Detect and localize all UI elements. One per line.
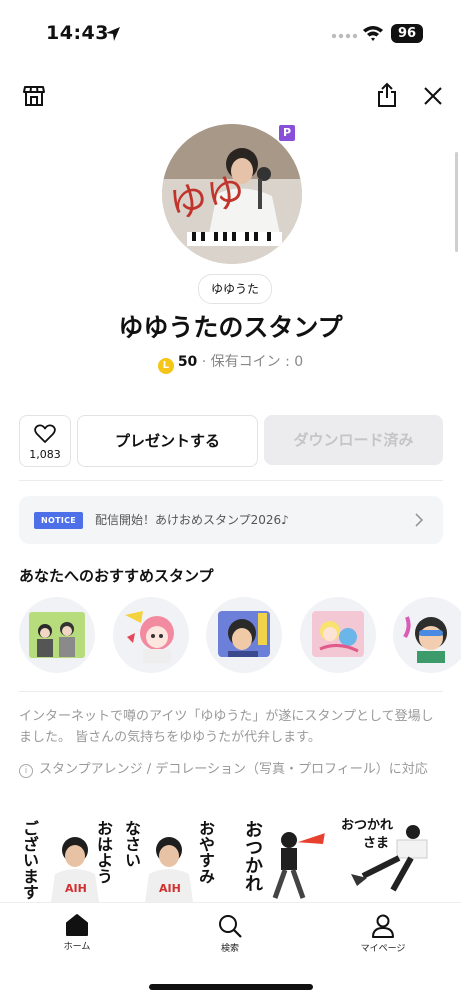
search-icon: [219, 915, 242, 938]
sticker-preview[interactable]: おつかれ さま: [341, 818, 441, 902]
page-title: ゆゆうたのスタンプ: [118, 313, 343, 342]
sticker-preview[interactable]: おつかれ: [233, 818, 331, 902]
recommended-sticker-4[interactable]: [300, 597, 376, 673]
notice-banner[interactable]: NOTICE 配信開始！あけおめスタンプ2026♪: [19, 496, 443, 544]
sticker-line: さま: [363, 836, 390, 851]
cellular-signal-icon: [331, 33, 357, 39]
shop-icon[interactable]: [22, 84, 46, 108]
divider: [19, 691, 443, 692]
heart-icon: [34, 424, 56, 443]
nav-label-home: ホーム: [63, 942, 91, 952]
coin-icon: L: [157, 358, 174, 374]
nav-label-mypage: マイページ: [360, 944, 406, 954]
sticker-line: おやすみ: [196, 820, 215, 884]
nav-label-search: 検索: [220, 944, 239, 954]
price-row: L 50 · 保有コイン : 0: [0, 351, 461, 374]
premium-badge: P: [279, 125, 295, 141]
chevron-right-icon: [415, 513, 424, 527]
separator: ·: [201, 354, 207, 370]
close-icon[interactable]: [421, 84, 445, 108]
recommended-sticker-2[interactable]: [113, 597, 189, 673]
like-button[interactable]: 1,083: [19, 415, 71, 467]
share-icon[interactable]: [375, 82, 399, 108]
person-icon: [372, 914, 394, 938]
present-button[interactable]: プレゼントする: [77, 415, 258, 467]
divider: [19, 480, 443, 481]
author-link[interactable]: ゆゆうた: [198, 274, 273, 304]
info-icon: i: [19, 764, 33, 778]
arrange-info-text: スタンプアレンジ / デコレーション（写真・プロフィール）に対応: [39, 762, 428, 777]
notice-badge: NOTICE: [34, 512, 84, 529]
svg-text:AIH: AIH: [159, 882, 181, 895]
arrange-info: i スタンプアレンジ / デコレーション（写真・プロフィール）に対応: [19, 760, 443, 779]
price-amount: 50: [177, 354, 198, 370]
home-icon: [66, 914, 88, 936]
nav-search[interactable]: 検索: [170, 903, 290, 954]
recommended-sticker-5[interactable]: [393, 597, 461, 673]
location-arrow-icon: [106, 27, 120, 41]
notice-text: 配信開始！あけおめスタンプ2026♪: [95, 513, 289, 527]
scrollbar[interactable]: [455, 152, 458, 252]
sticker-line: おつかれ: [341, 818, 394, 833]
like-count: 1,083: [29, 448, 61, 461]
status-time: 14:43: [46, 22, 109, 44]
home-indicator: [149, 984, 313, 990]
description: インターネットで噂のアイツ「ゆゆうた」が遂にスタンプとして登場しました。 皆さん…: [19, 709, 434, 745]
creator-avatar: ゆゆ: [162, 124, 302, 264]
recommended-sticker-1[interactable]: [19, 597, 95, 673]
svg-text:AIH: AIH: [65, 882, 87, 895]
sticker-line: ございます: [20, 820, 39, 900]
sticker-preview[interactable]: AIH おやすみ なさい: [121, 818, 219, 902]
sticker-line: おはよう: [94, 820, 113, 884]
nav-mypage[interactable]: マイページ: [323, 903, 443, 954]
author-name: ゆゆうた: [211, 282, 260, 296]
sticker-line: なさい: [122, 820, 141, 868]
owned-coins: 保有コイン : 0: [210, 354, 304, 370]
download-button[interactable]: ダウンロード済み: [264, 415, 443, 465]
sticker-preview[interactable]: AIH おはよう ございます: [19, 818, 117, 902]
recommended-title: あなたへのおすすめスタンプ: [19, 567, 214, 585]
sticker-line: おつかれ: [242, 820, 263, 892]
nav-home[interactable]: ホーム: [17, 903, 137, 952]
battery-indicator: 96: [391, 24, 423, 43]
wifi-icon: [363, 26, 383, 41]
recommended-sticker-3[interactable]: [206, 597, 282, 673]
